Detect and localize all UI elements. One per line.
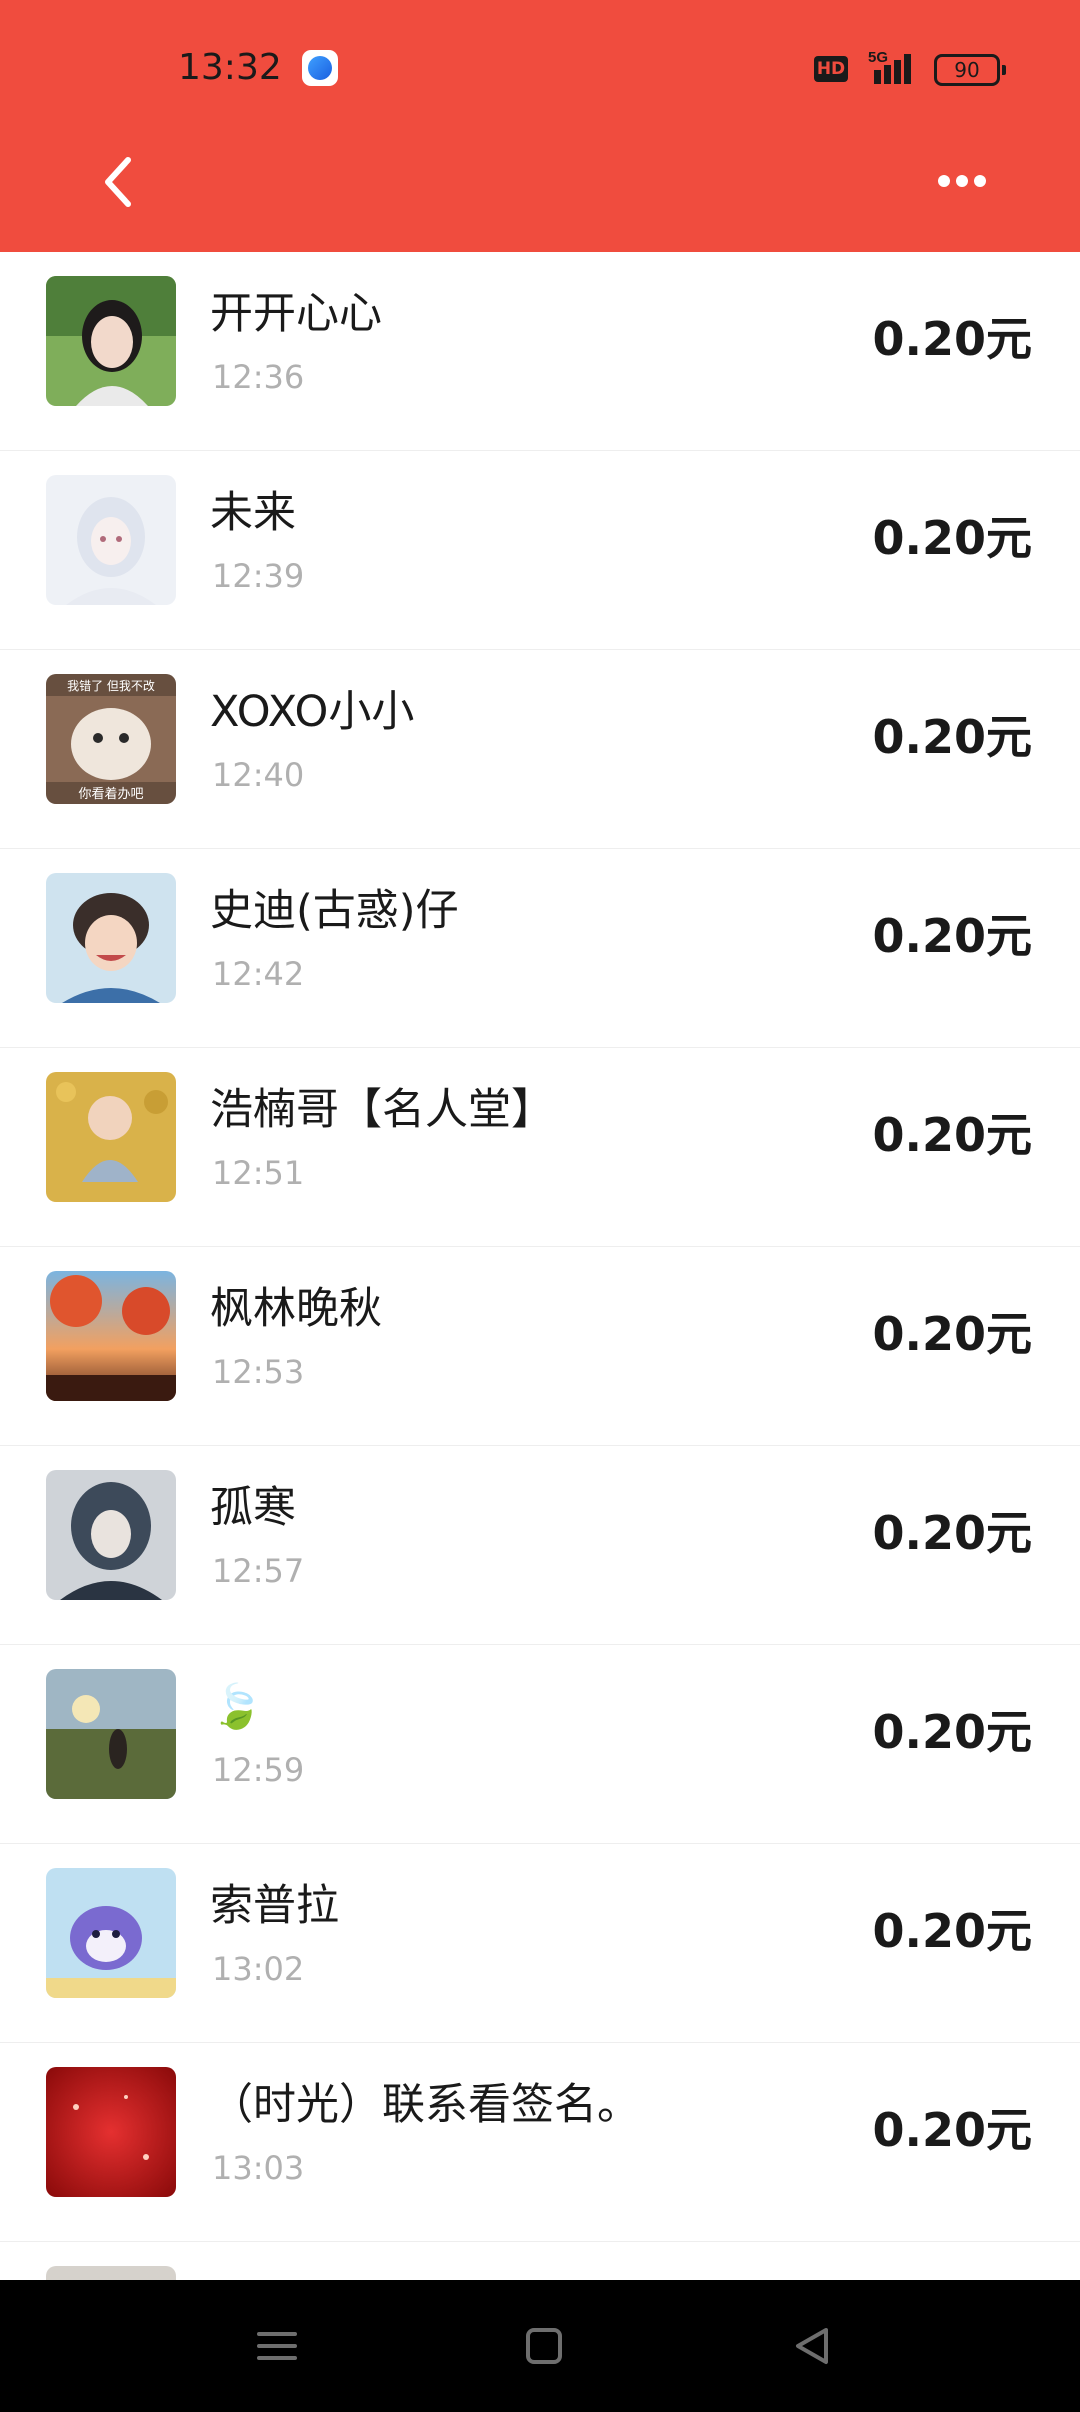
list-item[interactable] [0, 2242, 1080, 2280]
record-time: 12:57 [212, 1552, 305, 1590]
avatar[interactable] [46, 1470, 176, 1600]
more-button[interactable] [926, 156, 998, 206]
record-time: 13:02 [212, 1950, 305, 1988]
svg-text:你看着办吧: 你看着办吧 [78, 786, 143, 802]
record-amount: 0.20元 [872, 312, 1033, 366]
system-nav-bar [0, 2280, 1080, 2412]
menu-icon [257, 2332, 297, 2360]
record-name: 🍃 [210, 1682, 264, 1732]
hd-icon: HD [814, 56, 848, 82]
record-time: 12:42 [212, 955, 305, 993]
record-name: XOXO小小 [210, 687, 415, 737]
svg-text:我错了 但我不改: 我错了 但我不改 [67, 679, 155, 693]
reward-list[interactable]: 开开心心 12:36 0.20元 未来 12:39 0.20元 我错了 但我不改… [0, 252, 1080, 2280]
list-item[interactable]: 浩楠哥【名人堂】 12:51 0.20元 [0, 1048, 1080, 1247]
menu-button[interactable] [247, 2316, 307, 2376]
avatar[interactable] [46, 1669, 176, 1799]
home-square-icon [526, 2328, 562, 2364]
record-time: 12:59 [212, 1751, 305, 1789]
list-item[interactable]: （时光）联系看签名。 13:03 0.20元 [0, 2043, 1080, 2242]
signal-icon: 5G [868, 48, 924, 92]
list-item[interactable]: 索普拉 13:02 0.20元 [0, 1844, 1080, 2043]
record-time: 12:40 [212, 756, 305, 794]
record-amount: 0.20元 [872, 1506, 1033, 1560]
record-name: 史迪(古惑)仔 [210, 886, 459, 936]
list-item[interactable]: 🍃 12:59 0.20元 [0, 1645, 1080, 1844]
list-item[interactable]: 我错了 但我不改 你看着办吧 XOXO小小 12:40 0.20元 [0, 650, 1080, 849]
list-item[interactable]: 未来 12:39 0.20元 [0, 451, 1080, 650]
list-item[interactable]: 开开心心 12:36 0.20元 [0, 252, 1080, 451]
avatar[interactable] [46, 1868, 176, 1998]
avatar[interactable] [46, 276, 176, 406]
record-amount: 0.20元 [872, 909, 1033, 963]
avatar[interactable]: 我错了 但我不改 你看着办吧 [46, 674, 176, 804]
record-amount: 0.20元 [872, 1904, 1033, 1958]
record-name: 未来 [210, 488, 296, 538]
record-time: 12:51 [212, 1154, 305, 1192]
back-triangle-icon [796, 2328, 828, 2364]
chevron-left-icon [105, 157, 131, 207]
avatar[interactable] [46, 475, 176, 605]
record-time: 12:36 [212, 358, 305, 396]
list-item[interactable]: 枫林晚秋 12:53 0.20元 [0, 1247, 1080, 1446]
home-button[interactable] [514, 2316, 574, 2376]
record-name: 孤寒 [210, 1483, 296, 1533]
more-horizontal-icon [938, 175, 986, 187]
avatar[interactable] [46, 2067, 176, 2197]
record-name: 浩楠哥【名人堂】 [210, 1085, 554, 1135]
record-name: 开开心心 [210, 289, 382, 339]
record-name: （时光）联系看签名。 [210, 2080, 640, 2130]
record-time: 12:39 [212, 557, 305, 595]
record-amount: 0.20元 [872, 1705, 1033, 1759]
avatar[interactable] [46, 1072, 176, 1202]
list-item[interactable]: 史迪(古惑)仔 12:42 0.20元 [0, 849, 1080, 1048]
record-amount: 0.20元 [872, 2103, 1033, 2157]
svg-text:5G: 5G [868, 49, 888, 66]
record-name: 索普拉 [210, 1881, 339, 1931]
list-item[interactable]: 孤寒 12:57 0.20元 [0, 1446, 1080, 1645]
record-amount: 0.20元 [872, 1108, 1033, 1162]
avatar[interactable] [46, 873, 176, 1003]
back-nav-button[interactable] [782, 2316, 842, 2376]
record-amount: 0.20元 [872, 511, 1033, 565]
status-time: 13:32 [178, 47, 282, 88]
back-button[interactable] [90, 146, 146, 218]
record-amount: 0.20元 [872, 1307, 1033, 1361]
record-name: 枫林晚秋 [210, 1284, 382, 1334]
app-header: 13:32 HD 5G 90 [0, 0, 1080, 252]
avatar[interactable] [46, 2266, 176, 2280]
avatar[interactable] [46, 1271, 176, 1401]
notification-app-icon [302, 50, 338, 86]
record-amount: 0.20元 [872, 710, 1033, 764]
record-time: 13:03 [212, 2149, 305, 2187]
battery-icon: 90 [934, 54, 1006, 86]
record-time: 12:53 [212, 1353, 305, 1391]
